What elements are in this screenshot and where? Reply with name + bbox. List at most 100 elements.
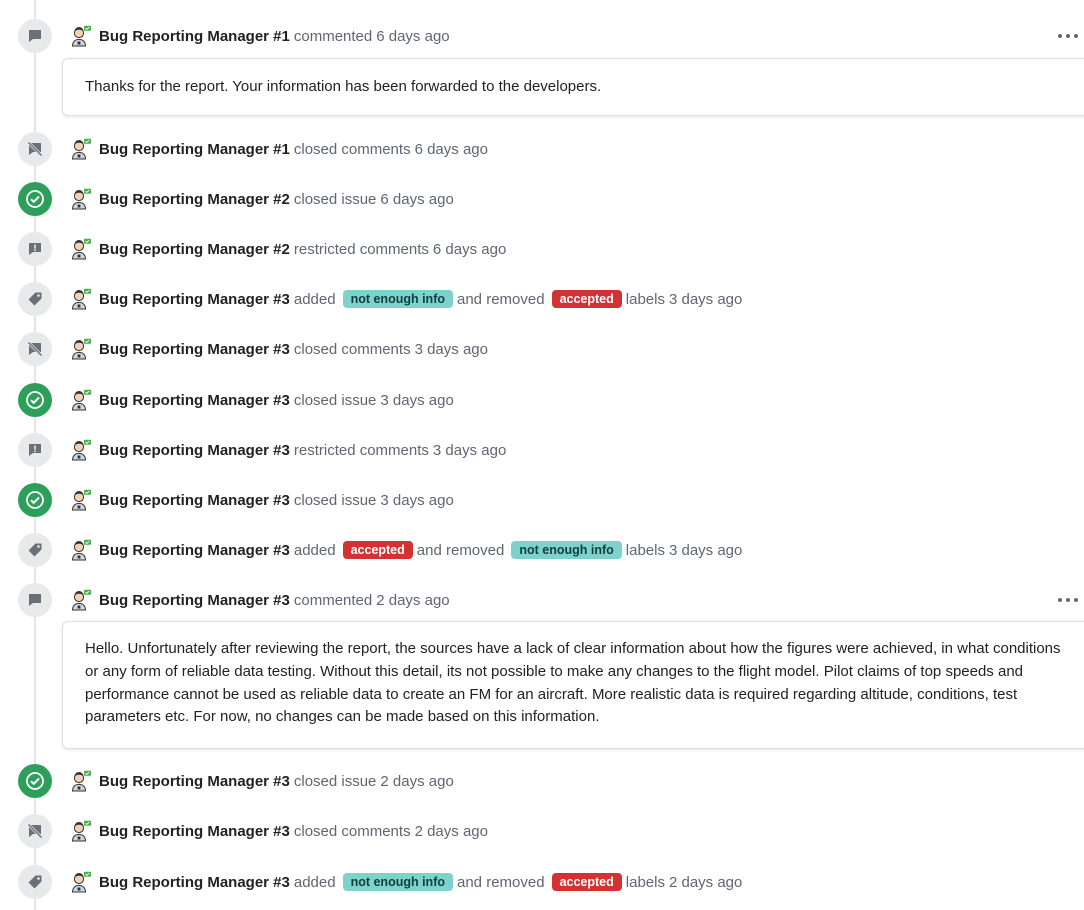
timestamp[interactable]: 3 days ago	[433, 442, 506, 459]
comment-body: Hello. Unfortunately after reviewing the…	[62, 621, 1084, 749]
action-text: commented	[293, 27, 373, 45]
timestamp[interactable]: 3 days ago	[380, 492, 453, 509]
label-badge[interactable]: not enough info	[342, 873, 453, 891]
label-icon	[18, 282, 52, 316]
comments-restricted-icon	[18, 433, 52, 467]
actor-name[interactable]: Bug Reporting Manager #1	[99, 141, 290, 158]
avatar[interactable]	[70, 489, 92, 511]
timeline-event: Bug Reporting Manager #3 commented 2 days …	[0, 583, 1084, 619]
avatar[interactable]	[70, 25, 92, 47]
comment-body: Thanks for the report. Your information …	[62, 58, 1084, 116]
avatar[interactable]	[70, 238, 92, 260]
comments-closed-icon	[18, 814, 52, 848]
label-badge[interactable]: not enough info	[342, 290, 453, 308]
action-text: closed issue	[293, 391, 377, 409]
action-text: labels	[625, 541, 665, 559]
event-text: Bug Reporting Manager #3 closed issue 2 da…	[70, 764, 454, 798]
more-options-button[interactable]	[1058, 591, 1078, 609]
label-badge[interactable]: accepted	[551, 873, 622, 891]
actor-name[interactable]: Bug Reporting Manager #3	[99, 823, 290, 840]
actor-name[interactable]: Bug Reporting Manager #3	[99, 291, 290, 308]
event-text: Bug Reporting Manager #3 added not enough …	[70, 282, 742, 316]
action-text: closed issue	[293, 190, 377, 208]
event-text: Bug Reporting Manager #2 closed issue 6 da…	[70, 182, 454, 216]
avatar[interactable]	[70, 338, 92, 360]
event-text: Bug Reporting Manager #1 closed comments 6…	[70, 132, 488, 166]
actor-name[interactable]: Bug Reporting Manager #3	[99, 592, 290, 609]
more-options-button[interactable]	[1058, 27, 1078, 45]
event-text: Bug Reporting Manager #3 closed issue 3 da…	[70, 383, 454, 417]
action-text: added	[293, 873, 336, 891]
timestamp[interactable]: 6 days ago	[433, 241, 506, 258]
avatar[interactable]	[70, 288, 92, 310]
comments-restricted-icon	[18, 232, 52, 266]
avatar[interactable]	[70, 138, 92, 160]
avatar[interactable]	[70, 439, 92, 461]
event-text: Bug Reporting Manager #2 restricted comme…	[70, 232, 506, 266]
action-text: closed comments	[293, 340, 411, 358]
label-icon	[18, 865, 52, 899]
action-text: closed issue	[293, 772, 377, 790]
timestamp[interactable]: 2 days ago	[415, 823, 488, 840]
comments-closed-icon	[18, 132, 52, 166]
event-text: Bug Reporting Manager #3 closed issue 3 da…	[70, 483, 454, 517]
timestamp[interactable]: 6 days ago	[380, 191, 453, 208]
timeline-event: Bug Reporting Manager #3 closed issue 3 da…	[0, 383, 1084, 419]
timestamp[interactable]: 6 days ago	[415, 141, 488, 158]
timeline-event: Bug Reporting Manager #3 closed issue 2 da…	[0, 764, 1084, 800]
actor-name[interactable]: Bug Reporting Manager #3	[99, 341, 290, 358]
event-text: Bug Reporting Manager #3 closed comments 3…	[70, 332, 488, 366]
avatar[interactable]	[70, 589, 92, 611]
event-text: Bug Reporting Manager #3 restricted comme…	[70, 433, 506, 467]
issue-closed-icon	[18, 182, 52, 216]
timestamp[interactable]: 3 days ago	[415, 341, 488, 358]
timestamp[interactable]: 2 days ago	[376, 592, 449, 609]
actor-name[interactable]: Bug Reporting Manager #3	[99, 773, 290, 790]
actor-name[interactable]: Bug Reporting Manager #1	[99, 28, 290, 45]
avatar[interactable]	[70, 820, 92, 842]
avatar[interactable]	[70, 389, 92, 411]
actor-name[interactable]: Bug Reporting Manager #3	[99, 874, 290, 891]
issue-closed-icon	[18, 483, 52, 517]
avatar[interactable]	[70, 188, 92, 210]
timestamp[interactable]: 3 days ago	[380, 392, 453, 409]
actor-name[interactable]: Bug Reporting Manager #3	[99, 442, 290, 459]
timeline-event: Bug Reporting Manager #3 restricted comme…	[0, 433, 1084, 469]
timestamp[interactable]: 3 days ago	[669, 542, 742, 559]
action-text: and removed	[416, 541, 505, 559]
label-icon	[18, 533, 52, 567]
timeline-event: Bug Reporting Manager #3 added not enough …	[0, 865, 1084, 901]
action-text: commented	[293, 591, 373, 609]
timestamp[interactable]: 3 days ago	[669, 291, 742, 308]
avatar[interactable]	[70, 539, 92, 561]
timestamp[interactable]: 6 days ago	[376, 28, 449, 45]
label-badge[interactable]: accepted	[342, 541, 413, 559]
event-text: Bug Reporting Manager #1 commented 6 days …	[70, 19, 450, 53]
event-text: Bug Reporting Manager #3 commented 2 days …	[70, 583, 450, 617]
actor-name[interactable]: Bug Reporting Manager #2	[99, 241, 290, 258]
issue-closed-icon	[18, 383, 52, 417]
actor-name[interactable]: Bug Reporting Manager #2	[99, 191, 290, 208]
issue-closed-icon	[18, 764, 52, 798]
avatar[interactable]	[70, 871, 92, 893]
timeline-event: Bug Reporting Manager #3 added not enough …	[0, 282, 1084, 318]
timeline-event: Bug Reporting Manager #3 closed comments 3…	[0, 332, 1084, 368]
label-badge[interactable]: not enough info	[511, 541, 622, 559]
avatar[interactable]	[70, 770, 92, 792]
timeline-event: Bug Reporting Manager #3 closed comments 2…	[0, 814, 1084, 850]
action-text: added	[293, 541, 336, 559]
event-text: Bug Reporting Manager #3 closed comments 2…	[70, 814, 488, 848]
timestamp[interactable]: 2 days ago	[380, 773, 453, 790]
comment-icon	[18, 583, 52, 617]
timeline-event: Bug Reporting Manager #3 added accepted and…	[0, 533, 1084, 569]
action-text: closed comments	[293, 140, 411, 158]
action-text: labels	[625, 290, 665, 308]
event-text: Bug Reporting Manager #3 added accepted and…	[70, 533, 742, 567]
actor-name[interactable]: Bug Reporting Manager #3	[99, 392, 290, 409]
actor-name[interactable]: Bug Reporting Manager #3	[99, 492, 290, 509]
timestamp[interactable]: 2 days ago	[669, 874, 742, 891]
action-text: and removed	[457, 290, 545, 308]
label-badge[interactable]: accepted	[551, 290, 622, 308]
actor-name[interactable]: Bug Reporting Manager #3	[99, 542, 290, 559]
action-text: added	[293, 290, 336, 308]
